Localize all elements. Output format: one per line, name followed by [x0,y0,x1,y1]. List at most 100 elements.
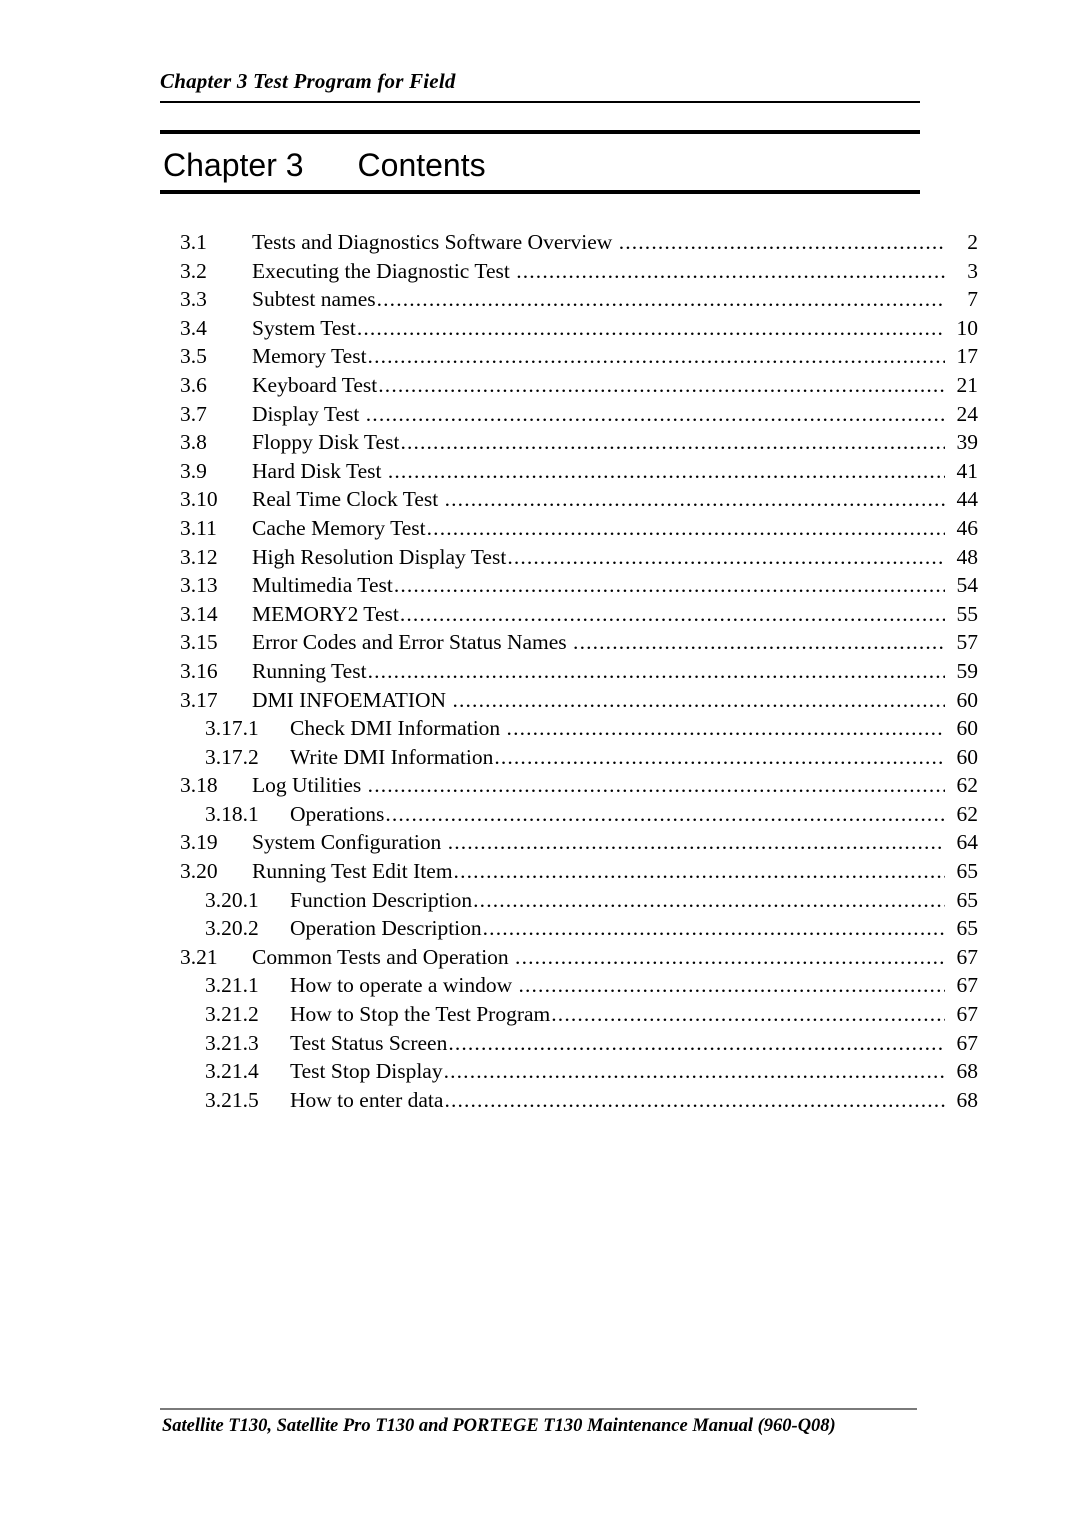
toc-entry[interactable]: 3.21 Common Tests and Operation 67 [180,943,978,972]
toc-dot-leader [454,857,945,879]
toc-entry-number: 3.7 [180,401,207,426]
toc-entry[interactable]: 3.17.2 Write DMI Information 60 [180,743,978,772]
toc-dot-leader [494,743,945,765]
toc-dot-leader [366,400,945,422]
toc-entry[interactable]: 3.18.1 Operations 62 [180,800,978,829]
toc-entry[interactable]: 3.3 Subtest names 7 [180,285,978,314]
table-of-contents: 3.1 Tests and Diagnostics Software Overvi… [180,228,978,1114]
toc-entry-label: How to operate a window [290,973,513,998]
toc-entry[interactable]: 3.10 Real Time Clock Test 44 [180,485,978,514]
toc-entry-number: 3.1 [180,230,207,254]
toc-entry-number: 3.21.5 [205,1087,259,1112]
title-rule-top [160,130,920,134]
toc-entry[interactable]: 3.21.2 How to Stop the Test Program 67 [180,1000,978,1029]
toc-entry-number: 3.3 [180,287,207,312]
toc-entry[interactable]: 3.20.2 Operation Description 65 [180,914,978,943]
toc-entry[interactable]: 3.21.5 How to enter data 68 [180,1086,978,1115]
toc-dot-leader [427,514,945,536]
toc-dot-leader [444,1057,945,1079]
toc-entry-page-number: 2 [967,230,978,254]
toc-entry-number: 3.17.2 [205,744,259,769]
toc-entry[interactable]: 3.16 Running Test 59 [180,657,978,686]
toc-dot-leader [388,457,945,479]
toc-entry[interactable]: 3.5 Memory Test 17 [180,342,978,371]
toc-entry-number: 3.17 [180,687,218,712]
toc-entry-number: 3.6 [180,372,207,397]
toc-entry-page-number: 65 [956,887,979,912]
toc-entry-number: 3.21 [180,944,218,969]
toc-entry[interactable]: 3.9 Hard Disk Test 41 [180,457,978,486]
footer-text: Satellite T130, Satellite Pro T130 and P… [162,1416,836,1436]
toc-dot-leader [368,771,945,793]
toc-entry-page-number: 67 [956,944,979,969]
toc-entry[interactable]: 3.18 Log Utilities 62 [180,771,978,800]
toc-entry[interactable]: 3.8 Floppy Disk Test 39 [180,428,978,457]
chapter-number: Chapter 3 [163,147,304,183]
toc-entry-label: Cache Memory Test [252,515,426,540]
toc-entry[interactable]: 3.21.3 Test Status Screen 67 [180,1029,978,1058]
toc-dot-leader [483,914,945,936]
toc-entry-label: High Resolution Display Test [252,544,507,569]
toc-entry-page-number: 60 [956,716,979,741]
toc-entry-page-number: 10 [956,315,979,340]
toc-entry-number: 3.14 [180,601,218,626]
toc-entry[interactable]: 3.20 Running Test Edit Item 65 [180,857,978,886]
toc-entry[interactable]: 3.19 System Configuration 64 [180,828,978,857]
toc-entry[interactable]: 3.21.1 How to operate a window 67 [180,971,978,1000]
toc-entry-label: Operations [290,801,385,826]
toc-entry-page-number: 67 [956,973,979,998]
toc-entry-number: 3.21.1 [205,973,259,998]
toc-entry-number: 3.11 [180,515,217,540]
toc-dot-leader [518,971,945,993]
toc-dot-leader [385,800,945,822]
toc-entry[interactable]: 3.14 MEMORY2 Test 55 [180,600,978,629]
toc-entry-number: 3.9 [180,458,207,483]
toc-entry-number: 3.20.1 [205,887,259,912]
toc-entry-label: Floppy Disk Test [252,430,400,455]
toc-entry-page-number: 67 [956,1030,979,1055]
toc-entry-page-number: 64 [956,830,979,855]
toc-entry-number: 3.21.3 [205,1030,259,1055]
toc-entry-page-number: 59 [956,658,979,683]
toc-entry[interactable]: 3.4 System Test 10 [180,314,978,343]
toc-dot-leader [448,1029,945,1051]
toc-entry[interactable]: 3.2 Executing the Diagnostic Test 3 [180,257,978,286]
toc-entry-page-number: 46 [956,515,979,540]
toc-entry-label: Display Test [252,401,360,426]
toc-entry-label: System Test [252,315,356,340]
toc-dot-leader [444,1086,945,1108]
toc-entry-label: Log Utilities [252,773,362,798]
toc-entry-label: Check DMI Information [290,716,501,741]
toc-dot-leader [400,428,945,450]
toc-entry-label: Multimedia Test [252,573,393,598]
toc-dot-leader [452,686,945,708]
running-header-text: Chapter 3 Test Program for Field [160,69,456,93]
toc-entry-label: Memory Test [252,344,367,369]
toc-entry-number: 3.18 [180,773,218,798]
toc-entry-number: 3.18.1 [205,801,259,826]
toc-entry[interactable]: 3.1 Tests and Diagnostics Software Overvi… [180,228,978,257]
toc-entry[interactable]: 3.15 Error Codes and Error Status Names 57 [180,628,978,657]
toc-entry-page-number: 44 [956,487,979,512]
toc-entry-label: Running Test Edit Item [252,859,453,884]
toc-dot-leader [394,571,945,593]
toc-entry[interactable]: 3.17.1 Check DMI Information 60 [180,714,978,743]
toc-entry[interactable]: 3.21.4 Test Stop Display 68 [180,1057,978,1086]
toc-entry[interactable]: 3.6 Keyboard Test 21 [180,371,978,400]
toc-entry-number: 3.20.2 [205,916,259,941]
toc-entry-page-number: 24 [956,401,979,426]
toc-entry-label: Error Codes and Error Status Names [252,630,567,655]
toc-entry[interactable]: 3.20.1 Function Description 65 [180,886,978,915]
toc-entry-label: Operation Description [290,916,482,941]
toc-entry-number: 3.5 [180,344,207,369]
toc-entry[interactable]: 3.17 DMI INFOEMATION 60 [180,686,978,715]
toc-entry[interactable]: 3.13 Multimedia Test 54 [180,571,978,600]
toc-entry[interactable]: 3.7 Display Test 24 [180,400,978,429]
toc-dot-leader [368,657,945,679]
toc-dot-leader [378,371,945,393]
toc-entry-page-number: 68 [956,1087,979,1112]
toc-entry[interactable]: 3.11 Cache Memory Test 46 [180,514,978,543]
header-rule [160,101,920,103]
toc-entry[interactable]: 3.12 High Resolution Display Test 48 [180,543,978,572]
toc-dot-leader [445,485,945,507]
